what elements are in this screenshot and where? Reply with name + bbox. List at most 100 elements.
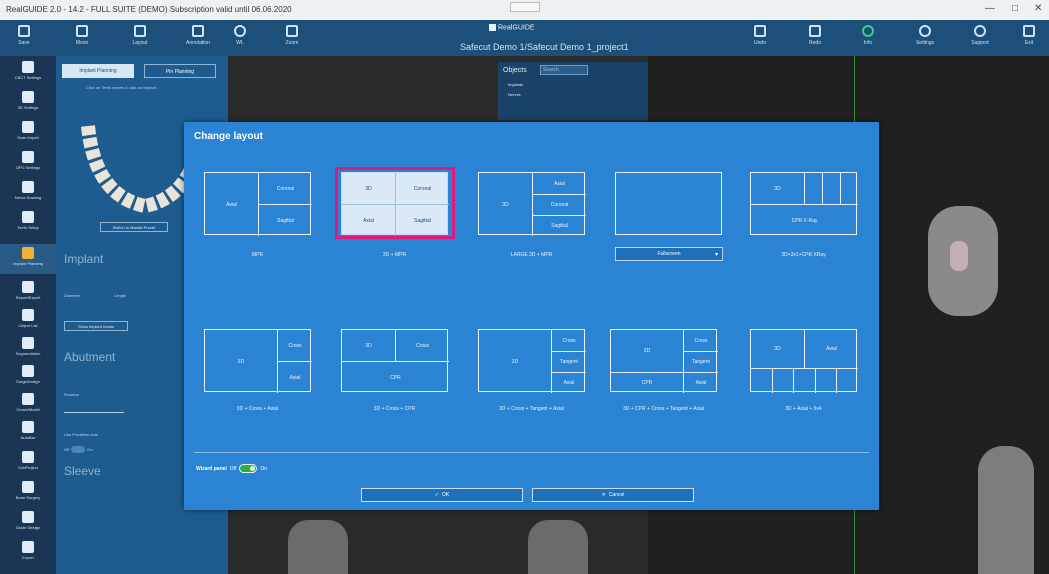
objects-row-implants[interactable]: Implants [508,82,523,87]
ok-button[interactable]: ✓ OK [361,488,523,502]
maximize-button[interactable]: □ [1012,3,1018,14]
window-level-icon [234,25,246,37]
sidebar-item-teeth-setup[interactable]: Teeth Setup [0,208,56,238]
layout-option-3d-cross-axial[interactable]: 3D Cross Axial [204,329,312,393]
sidebar-item-crown-model[interactable]: Crown/Model [0,390,56,420]
cell-coronal: Coronal [276,185,295,192]
sidebar-item-surgic-design[interactable]: SurgicDesign [0,362,56,392]
sidebar-item-export[interactable]: Export [0,538,56,568]
layout-caption-3d-cross-axial: 3D + Cross + Axial [236,406,279,412]
objects-row-nerves[interactable]: Nerves [508,92,521,97]
show-implant-heads-button[interactable]: Show implant heads [64,321,128,331]
autobar-icon [22,421,34,433]
layout-option-3d-cross-tangent-axial[interactable]: 3D Cross Tangent Axial [478,329,586,393]
cell-axial: Axial [695,380,707,386]
cell-cross: Cross [562,337,576,344]
list-icon [22,309,34,321]
segmentation-icon [22,337,34,349]
toolbar-annotation-button[interactable]: Annotation [178,24,218,54]
zoom-icon [286,25,298,37]
layout-caption-large-3d-mpr: LARGE 3D + MPR [510,252,553,258]
toolbar-support-button[interactable]: Support [960,24,1000,54]
cell-3d: 3D [511,358,519,365]
sidebar-item-bone-surgery[interactable]: Bone Surgery [0,478,56,508]
sidebar-item-opg-settings[interactable]: OPG Settings [0,148,56,178]
bone-right [528,520,588,574]
objects-search-input[interactable]: Search [540,65,588,75]
sidebar-item-nerve-drawing[interactable]: Nerve Drawing [0,178,56,208]
toolbar-save-button[interactable]: Save [4,24,44,54]
cell-3d: 3D [774,346,781,352]
layout-option-mpr[interactable]: Axial Coronal Sagittal [204,172,312,236]
length-label: Length [114,293,127,298]
sidebar-item-autobar[interactable]: AutoBar [0,418,56,448]
tooth-icon [22,211,34,223]
toolbar-info-button[interactable]: Info [848,24,888,54]
sidebar-item-label: Scan Import [17,135,39,140]
layout-caption-3d-mpr: 3D + MPR [382,252,407,258]
sidebar-item-report-export[interactable]: Report/Export [0,278,56,308]
cell-cpr: CPR [390,374,401,381]
sidebar-item-label: Object List [18,323,38,328]
sidebar-item-3d-settings[interactable]: 3D Settings [0,88,56,118]
sidebar-item-segmentation[interactable]: Segmentation [0,334,56,364]
toggle-switch [71,446,86,453]
sidebar-item-guide-design[interactable]: Guide Design [0,508,56,538]
cell-3d: 3D [237,358,245,365]
toolbar-label: Support [971,40,989,46]
layout-option-3d-axial-5x4[interactable]: 3D Axial [750,329,858,393]
toolbar-zoom-button[interactable]: Zoom [272,24,312,54]
wizard-panel-toggle-row: Wizard panel Off On [196,464,267,473]
rotation-label: Rotation [64,392,79,397]
rotation-slider[interactable] [64,412,124,413]
brand-name: RealGUIDE [498,24,535,32]
layout-option-3d-cpr-cross-tangent-axial[interactable]: 3D Cross Tangent CPR Axial [610,329,718,393]
layout-option-fullscreen[interactable] [615,172,722,235]
toolbar-redo-button[interactable]: Redo [795,24,835,54]
predefine-toggle[interactable]: Off On [64,446,93,453]
toolbar-label: Annotation [186,40,210,46]
use-predefine-label: Use Predefine Axis [64,432,98,437]
toolbar-move-button[interactable]: Move [62,24,102,54]
sidebar-item-label: Segmentation [15,351,41,356]
toolbar-layout-button[interactable]: Layout [120,24,160,54]
tab-pin-planning[interactable]: Pin Planning [144,64,216,78]
layout-option-3d-cross-cpr[interactable]: 3D Cross CPR [341,329,449,392]
viewport-bottom[interactable] [228,510,648,574]
switch-maxilla-button[interactable]: Switch to Maxilla Preset [100,222,168,232]
dialog-title: Change layout [194,131,263,142]
toolbar-settings-button[interactable]: Settings [905,24,945,54]
sidebar-item-object-list[interactable]: Object List [0,306,56,336]
tab-implant-planning[interactable]: Implant Planning [62,64,134,78]
sidebar-item-scan-import[interactable]: Scan Import [0,118,56,148]
crown-icon [22,393,34,405]
export-icon [22,541,34,553]
toolbar-label: Zoom [285,40,299,46]
layout-option-3d-cpr-xray[interactable]: 3D CPR X-Ray [750,172,858,235]
guide-icon [22,511,34,523]
toolbar-exit-button[interactable]: Exit [1012,24,1046,54]
cell-3d: 3D [643,348,651,354]
wizard-panel-toggle[interactable] [239,464,258,473]
cell-cross: Cross [694,337,708,344]
grid-line [804,173,805,204]
sidebar-item-label: OPG Settings [15,165,41,170]
title-center-box [510,2,540,12]
sidebar-item-label: Crown/Model [16,407,40,412]
bone-lower [978,446,1034,574]
fullscreen-dropdown[interactable]: Fullscreen ▾ [615,247,723,261]
3d-icon [22,91,34,103]
sidebar-item-cut-project[interactable]: Cut/Project [0,448,56,478]
layout-option-large-3d-mpr[interactable]: 3D Axial Coronal Sagittal [478,172,586,236]
cancel-button[interactable]: ✕ Cancel [532,488,694,502]
objects-title: Objects [503,67,527,74]
close-button[interactable]: ✕ [1034,3,1042,14]
toolbar-label: Redo [809,40,821,46]
minimize-button[interactable]: — [985,3,995,14]
toolbar-undo-button[interactable]: Undo [740,24,780,54]
toolbar-wl-button[interactable]: WL [220,24,260,54]
implant-heading: Implant [64,252,104,266]
sidebar-item-implant-planning[interactable]: Implant Planning [0,244,56,274]
layout-caption-3d-axial-5x4: 3D + Axial + 5x4 [785,406,822,412]
sidebar-item-cbct-settings[interactable]: CBCT Settings [0,58,56,88]
